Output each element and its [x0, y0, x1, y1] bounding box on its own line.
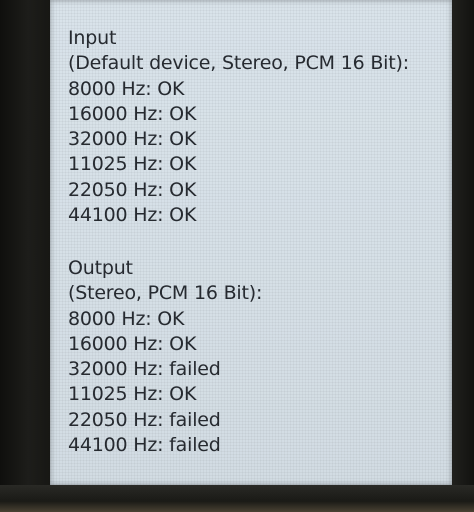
input-result-8000: 8000 Hz: OK: [68, 77, 185, 100]
input-result-44100: 44100 Hz: OK: [68, 204, 197, 227]
input-section: Input (Default device, Stereo, PCM 16 Bi…: [68, 26, 409, 228]
input-subtitle: (Default device, Stereo, PCM 16 Bit):: [68, 52, 409, 75]
output-result-8000: 8000 Hz: OK: [68, 307, 185, 330]
input-result-22050: 22050 Hz: OK: [68, 178, 197, 201]
input-title: Input: [68, 27, 117, 49]
output-result-44100: 44100 Hz: failed: [68, 434, 221, 457]
input-result-16000: 16000 Hz: OK: [68, 102, 197, 125]
output-subtitle: (Stereo, PCM 16 Bit):: [68, 282, 263, 305]
output-result-16000: 16000 Hz: OK: [68, 332, 197, 355]
output-title: Output: [68, 257, 133, 279]
phone-screen: Input (Default device, Stereo, PCM 16 Bi…: [50, 0, 452, 485]
output-result-32000: 32000 Hz: failed: [68, 358, 221, 381]
output-result-11025: 11025 Hz: OK: [68, 383, 197, 406]
phone-device: Input (Default device, Stereo, PCM 16 Bi…: [0, 0, 474, 512]
output-result-22050: 22050 Hz: failed: [68, 408, 221, 431]
output-section: Output (Stereo, PCM 16 Bit): 8000 Hz: OK…: [68, 256, 262, 458]
input-result-32000: 32000 Hz: OK: [68, 128, 197, 151]
input-result-11025: 11025 Hz: OK: [68, 153, 197, 176]
phone-bottom-bezel: [0, 485, 474, 512]
